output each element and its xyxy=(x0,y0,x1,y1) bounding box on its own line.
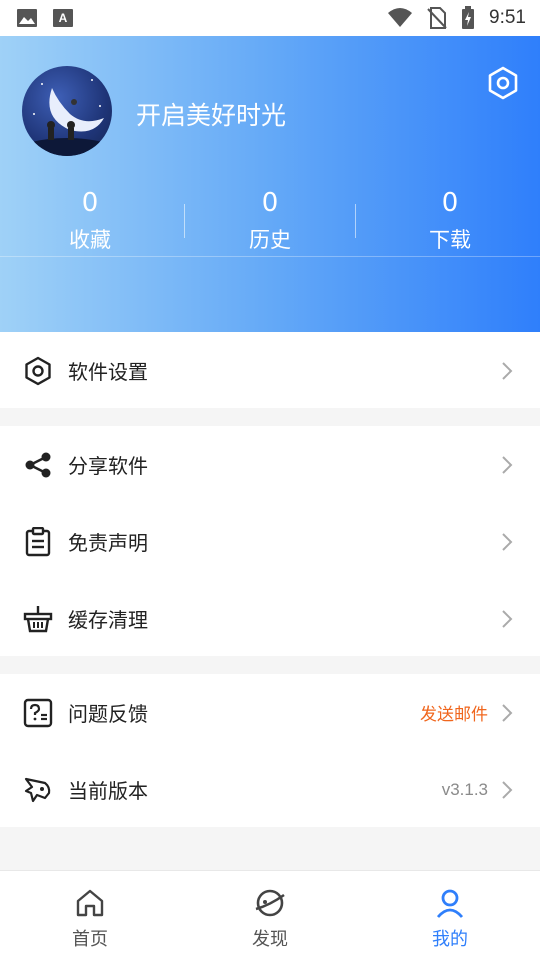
chevron-right-icon xyxy=(502,361,513,380)
row-icon xyxy=(22,449,54,481)
status-time: 9:51 xyxy=(489,7,526,28)
image-notification-icon xyxy=(17,9,37,27)
question-icon xyxy=(23,698,53,727)
status-bar: A 9:51 xyxy=(0,0,540,36)
nav-label: 发现 xyxy=(252,929,288,950)
nav-discover[interactable]: 发现 xyxy=(180,871,360,960)
hexagon-settings-icon xyxy=(488,66,518,100)
menu-item-disclaimer[interactable]: 免责声明 xyxy=(0,503,540,580)
header-settings-button[interactable] xyxy=(486,66,520,100)
stat-value: 0 xyxy=(441,188,459,218)
profile-title: 开启美好时光 xyxy=(136,101,287,130)
chevron-right-icon xyxy=(502,455,513,474)
share-icon xyxy=(25,452,51,477)
basket-icon xyxy=(23,605,53,632)
stat-value: 0 xyxy=(261,188,279,218)
avatar-moon-illustration xyxy=(22,79,112,156)
stat-value: 0 xyxy=(81,188,99,218)
menu-item-share[interactable]: 分享软件 xyxy=(0,426,540,503)
feedback-email-link[interactable]: 发送邮件 xyxy=(420,700,488,725)
svg-text:A: A xyxy=(59,11,68,25)
stat-label: 收藏 xyxy=(69,228,111,252)
stat-favorites[interactable]: 0 收藏 xyxy=(0,184,180,262)
bottom-nav: 首页 发现 我的 xyxy=(0,870,540,960)
menu-item-label: 缓存清理 xyxy=(68,608,148,632)
stat-divider xyxy=(355,204,356,238)
stat-label: 下载 xyxy=(429,228,471,252)
profile-header: 开启美好时光 0 收藏 0 历史 0 下载 xyxy=(0,36,540,332)
row-icon xyxy=(22,526,54,558)
stats-row: 0 收藏 0 历史 0 下载 xyxy=(0,184,540,262)
menu-item-label: 软件设置 xyxy=(68,360,148,384)
planet-icon xyxy=(255,889,285,917)
version-value: v3.1.3 xyxy=(441,779,488,799)
keyboard-notification-icon: A xyxy=(53,9,73,27)
no-sim-icon xyxy=(427,7,447,29)
chevron-right-icon xyxy=(502,609,513,628)
nav-mine[interactable]: 我的 xyxy=(360,871,540,960)
nav-label: 首页 xyxy=(72,929,108,950)
menu-item-cache[interactable]: 缓存清理 xyxy=(0,580,540,657)
menu-item-version[interactable]: 当前版本 v3.1.3 xyxy=(0,751,540,828)
clipboard-icon xyxy=(25,526,51,556)
chevron-right-icon xyxy=(502,780,513,799)
menu-item-label: 免责声明 xyxy=(68,531,148,555)
about-card: 问题反馈 发送邮件 当前版本 v3.1.3 xyxy=(0,674,540,827)
hexagon-settings-icon xyxy=(25,356,51,385)
stat-history[interactable]: 0 历史 xyxy=(180,184,360,262)
home-icon xyxy=(76,889,104,917)
menu-item-feedback[interactable]: 问题反馈 发送邮件 xyxy=(0,674,540,751)
rocket-icon xyxy=(24,777,51,802)
nav-label: 我的 xyxy=(432,929,468,950)
row-icon xyxy=(22,355,54,387)
header-divider xyxy=(0,256,540,257)
stat-divider xyxy=(184,204,185,238)
chevron-right-icon xyxy=(502,703,513,722)
row-icon xyxy=(22,774,54,806)
menu-item-label: 问题反馈 xyxy=(68,702,148,726)
settings-card: 软件设置 xyxy=(0,332,540,408)
row-icon xyxy=(22,697,54,729)
user-icon xyxy=(436,889,464,918)
nav-home[interactable]: 首页 xyxy=(0,871,180,960)
avatar[interactable] xyxy=(22,66,112,156)
chevron-right-icon xyxy=(502,532,513,551)
menu-item-settings[interactable]: 软件设置 xyxy=(0,332,540,409)
row-icon xyxy=(22,603,54,635)
menu-item-label: 当前版本 xyxy=(68,779,148,803)
menu-item-label: 分享软件 xyxy=(68,454,148,478)
stat-label: 历史 xyxy=(249,228,291,252)
wifi-icon xyxy=(388,8,413,27)
tools-card: 分享软件 免责声明 缓存清理 xyxy=(0,426,540,656)
stat-downloads[interactable]: 0 下载 xyxy=(360,184,540,262)
battery-charging-icon xyxy=(462,6,475,29)
